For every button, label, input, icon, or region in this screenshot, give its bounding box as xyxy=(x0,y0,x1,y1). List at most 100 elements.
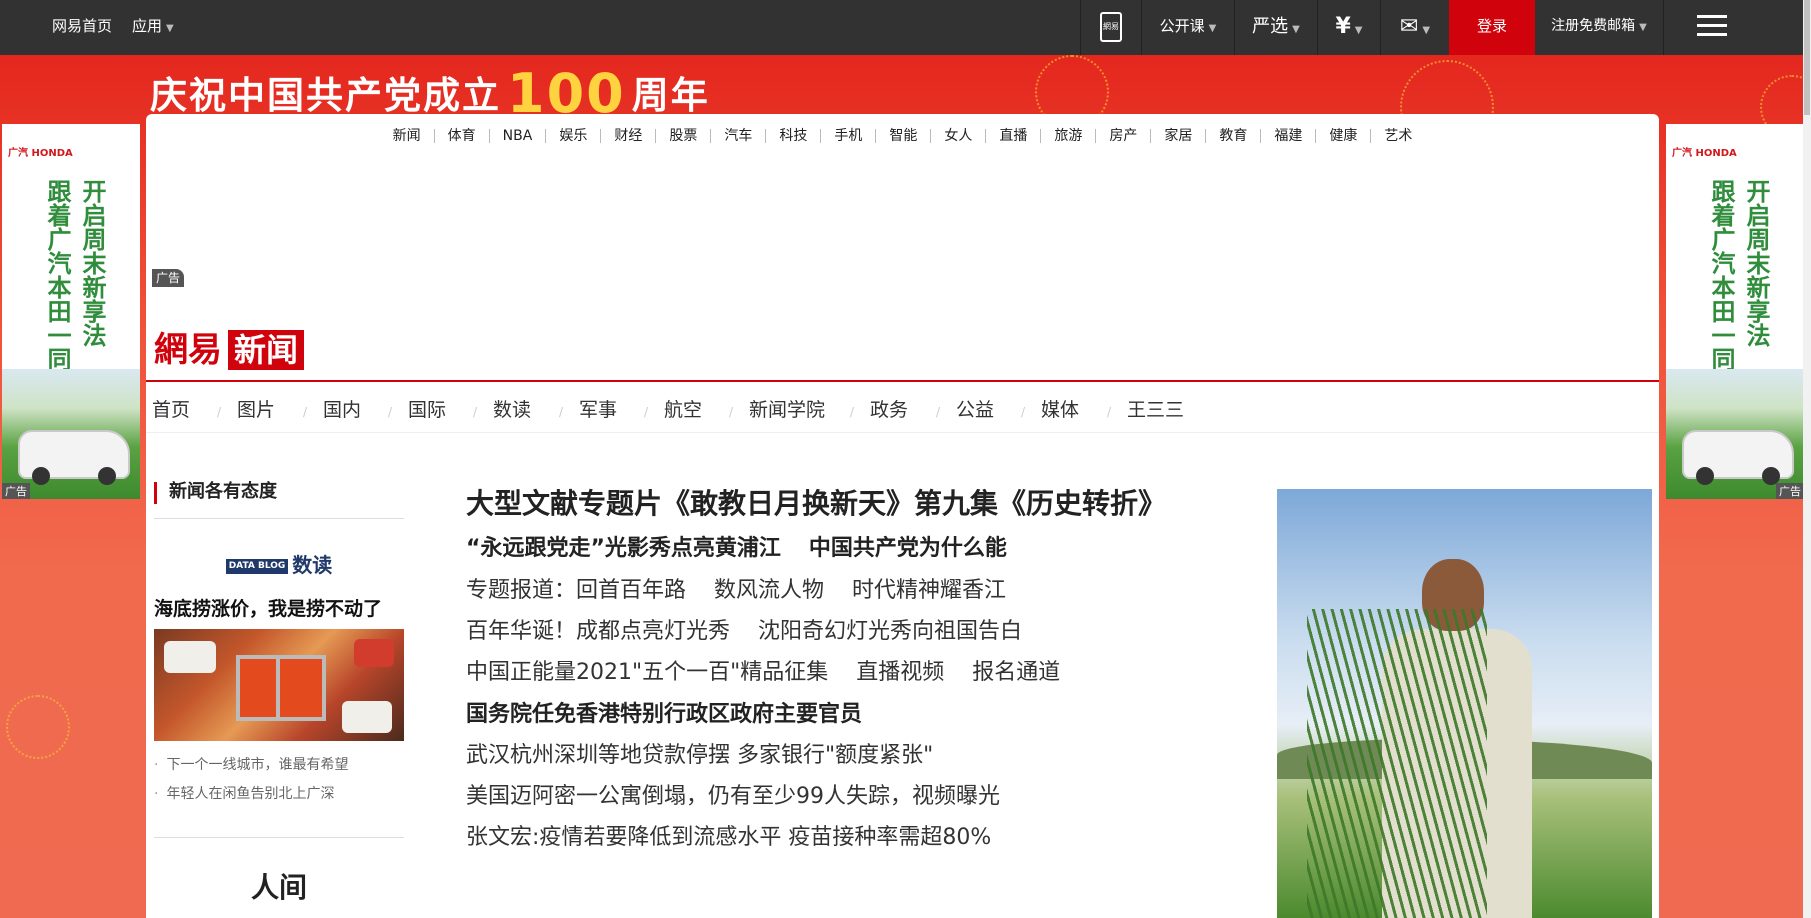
news-link[interactable]: 专题报道：回首百年路 xyxy=(466,578,686,603)
mail-menu[interactable]: ✉ ▼ xyxy=(1381,0,1449,55)
list-item-text: 下一个一线城市，谁最有希望 xyxy=(166,757,349,773)
open-course-menu[interactable]: 公开课 ▼ xyxy=(1142,0,1234,55)
login-button[interactable]: 登录 xyxy=(1449,0,1535,55)
news-line: 中国正能量2021"五个一百"精品征集 直播视频 报名通道 xyxy=(466,654,1088,686)
channel-nav: 新闻 体育 NBA 娱乐 财经 股票 汽车 科技 手机 智能 女人 直播 旅游 房产 家居 教育 福建 健康 艺术 xyxy=(146,128,1659,144)
subnav-divider: / xyxy=(729,405,734,419)
channel-link[interactable]: 财经 xyxy=(601,129,657,143)
chevron-down-icon: ▼ xyxy=(1208,23,1217,34)
top-headline-link[interactable]: 大型文献专题片《敢教日月换新天》第九集《历史转折》 xyxy=(466,482,1206,522)
hamburger-menu-icon[interactable] xyxy=(1664,0,1760,55)
register-label: 注册免费邮箱 xyxy=(1551,18,1636,34)
car-image xyxy=(18,430,130,485)
netease-news-logo[interactable]: 網易 新闻 xyxy=(154,322,305,370)
yanxuan-label: 严选 xyxy=(1252,16,1289,37)
news-link[interactable]: 中国正能量2021"五个一百"精品征集 xyxy=(466,660,828,685)
renjian-logo[interactable]: 人间 xyxy=(154,866,404,906)
subnav-item[interactable]: 王三三 xyxy=(1127,395,1184,422)
dataread-label: 数读 xyxy=(292,553,333,577)
news-link[interactable]: 张文宏:疫情若要降低到流感水平 疫苗接种率需超80% xyxy=(466,825,991,850)
channel-link[interactable]: 智能 xyxy=(876,129,932,143)
channel-link[interactable]: 体育 xyxy=(435,129,490,143)
dataread-logo[interactable]: DATA BLOG 数读 xyxy=(154,549,404,578)
channel-link[interactable]: 手机 xyxy=(821,129,877,143)
yanxuan-menu[interactable]: 严选 ▼ xyxy=(1235,0,1317,55)
subnav-item[interactable]: 国内 xyxy=(323,395,361,422)
subnav-item[interactable]: 新闻学院 xyxy=(749,395,825,422)
page-scrollbar[interactable] xyxy=(1803,0,1811,918)
channel-link[interactable]: 直播 xyxy=(986,129,1042,143)
subnav-item[interactable]: 公益 xyxy=(956,395,994,422)
news-line: “永远跟党走”光影秀点亮黄浦江 中国共产党为什么能 xyxy=(466,530,1035,562)
news-link[interactable]: 直播视频 xyxy=(856,660,944,685)
channel-link[interactable]: 艺术 xyxy=(1371,129,1425,143)
pay-menu[interactable]: ¥ ▼ xyxy=(1318,0,1380,55)
section-title: 新闻各有态度 xyxy=(154,482,404,504)
channel-link[interactable]: 家居 xyxy=(1151,129,1207,143)
channel-link[interactable]: 女人 xyxy=(931,129,987,143)
apps-menu[interactable]: 应用 ▼ xyxy=(132,0,174,55)
main-panel: 新闻 体育 NBA 娱乐 财经 股票 汽车 科技 手机 智能 女人 直播 旅游 房产 家居 教育 福建 健康 艺术 … xyxy=(146,114,1659,918)
channel-link[interactable]: 教育 xyxy=(1206,129,1262,143)
side-ad-right[interactable]: 广汽 HONDA 开启周末新享法 跟着广汽本田一同 广告 xyxy=(1666,124,1804,499)
news-link[interactable]: 中国共产党为什么能 xyxy=(809,536,1007,561)
subnav-item[interactable]: 航空 xyxy=(664,395,702,422)
featured-photo[interactable] xyxy=(1277,489,1652,918)
channel-link[interactable]: 新闻 xyxy=(380,129,435,143)
channel-link[interactable]: 汽车 xyxy=(711,129,767,143)
left-column: 新闻各有态度 DATA BLOG 数读 海底捞涨价，我是捞不动了 · 下一个一线城市… xyxy=(154,482,404,906)
netease-home-link[interactable]: 网易首页 xyxy=(52,0,112,55)
channel-link[interactable]: 房产 xyxy=(1096,129,1152,143)
news-link[interactable]: 美国迈阿密一公寓倒塌，仍有至少99人失踪，视频曝光 xyxy=(466,784,1000,809)
channel-link[interactable]: 科技 xyxy=(766,129,822,143)
news-link[interactable]: 数风流人物 xyxy=(714,578,824,603)
list-item-text: 年轻人在闲鱼告别北上广深 xyxy=(166,786,335,802)
subnav-item[interactable]: 首页 xyxy=(152,395,190,422)
yen-icon: ¥ xyxy=(1335,14,1351,39)
subnav-divider: / xyxy=(217,405,222,419)
subnav-item[interactable]: 图片 xyxy=(237,395,275,422)
news-link[interactable]: 武汉杭州深圳等地贷款停摆 多家银行"额度紧张" xyxy=(466,743,933,768)
subnav-item[interactable]: 媒体 xyxy=(1041,395,1079,422)
subnav-divider: / xyxy=(303,405,308,419)
mail-icon: ✉ xyxy=(1399,14,1419,39)
subnav-item[interactable]: 政务 xyxy=(870,395,908,422)
subnav-item[interactable]: 数读 xyxy=(493,395,531,422)
divider xyxy=(154,518,404,519)
news-link[interactable]: “永远跟党走”光影秀点亮黄浦江 xyxy=(466,536,781,561)
news-link[interactable]: 沈阳奇幻灯光秀向祖国告白 xyxy=(758,619,1022,644)
subnav-item[interactable]: 国际 xyxy=(408,395,446,422)
channel-link[interactable]: 旅游 xyxy=(1041,129,1097,143)
list-item[interactable]: · 年轻人在闲鱼告别北上广深 xyxy=(154,780,404,809)
ad-tag: 广告 xyxy=(1776,483,1804,499)
subnav-divider: / xyxy=(1021,405,1026,419)
news-line: 武汉杭州深圳等地贷款停摆 多家银行"额度紧张" xyxy=(466,737,961,769)
channel-link[interactable]: NBA xyxy=(490,129,547,143)
banner-title-text: 庆祝中国共产党成立 xyxy=(150,74,501,117)
news-link[interactable]: 百年华诞！成都点亮灯光秀 xyxy=(466,619,730,644)
channel-link[interactable]: 股票 xyxy=(656,129,712,143)
mobile-app-icon[interactable]: 網易 xyxy=(1081,0,1141,55)
ad-slogan-2: 跟着广汽本田一同 xyxy=(1707,179,1735,371)
subnav-item[interactable]: 军事 xyxy=(579,395,617,422)
logo-news: 新闻 xyxy=(228,330,305,370)
news-line: 百年华诞！成都点亮灯光秀 沈阳奇幻灯光秀向祖国告白 xyxy=(466,613,1050,645)
scrollbar-thumb[interactable] xyxy=(1804,0,1810,115)
ad-slogan-2: 跟着广汽本田一同 xyxy=(43,179,71,371)
list-item[interactable]: · 下一个一线城市，谁最有希望 xyxy=(154,751,404,780)
app-icon-text: 網易 xyxy=(1100,11,1122,42)
news-link[interactable]: 国务院任免香港特别行政区政府主要官员 xyxy=(466,702,862,727)
news-link[interactable]: 报名通道 xyxy=(972,660,1060,685)
chevron-down-icon: ▼ xyxy=(1639,22,1647,33)
channel-link[interactable]: 健康 xyxy=(1316,129,1372,143)
news-link[interactable]: 时代精神耀香江 xyxy=(852,578,1006,603)
hotpot-image[interactable] xyxy=(154,629,404,741)
channel-link[interactable]: 娱乐 xyxy=(546,129,602,143)
side-ad-left[interactable]: 广汽 HONDA 开启周末新享法 跟着广汽本田一同 广告 xyxy=(2,124,140,499)
register-email-menu[interactable]: 注册免费邮箱 ▼ xyxy=(1535,0,1663,55)
channel-link[interactable]: 福建 xyxy=(1261,129,1317,143)
open-course-label: 公开课 xyxy=(1159,17,1205,35)
apps-label: 应用 xyxy=(132,17,163,35)
lead-article-link[interactable]: 海底捞涨价，我是捞不动了 xyxy=(154,594,404,621)
subnav-divider: / xyxy=(1107,405,1112,419)
